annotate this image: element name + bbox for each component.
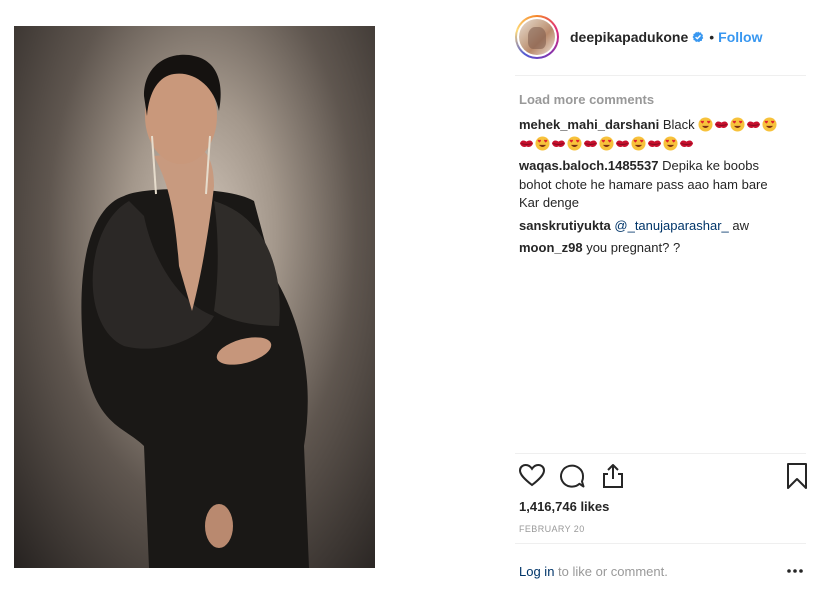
username-link[interactable]: deepikapadukone — [570, 29, 688, 45]
separator-dot: • — [709, 29, 715, 45]
comment-author[interactable]: sanskrutiyukta — [519, 218, 611, 233]
comment-author[interactable]: mehek_mahi_darshani — [519, 117, 659, 132]
heart-icon[interactable] — [518, 462, 546, 490]
header-divider — [515, 75, 806, 76]
kiss-lips-emoji-icon — [551, 140, 566, 147]
actions-divider — [515, 453, 806, 454]
comment-author[interactable]: moon_z98 — [519, 240, 583, 255]
comment-icon[interactable] — [558, 462, 586, 490]
comment-item: moon_z98 you pregnant? ? — [519, 239, 789, 258]
avatar-border — [517, 17, 557, 57]
heart-eyes-emoji-icon — [631, 135, 646, 151]
avatar-image — [519, 19, 555, 55]
kiss-lips-emoji-icon — [715, 121, 729, 128]
load-more-comments-button[interactable]: Load more comments — [519, 92, 789, 107]
heart-eyes-emoji-icon — [730, 117, 745, 132]
avatar[interactable] — [515, 15, 559, 59]
comment-text: aw — [728, 217, 750, 233]
verified-badge-icon — [692, 31, 704, 43]
comment-item: mehek_mahi_darshani Black — [519, 116, 789, 153]
follow-button[interactable]: Follow — [718, 29, 762, 45]
comment-item: sanskrutiyukta @_tanujaparashar_ aw — [519, 217, 789, 236]
comment-author[interactable]: waqas.baloch.1485537 — [519, 158, 658, 173]
heart-eyes-emoji-icon — [567, 135, 582, 151]
heart-eyes-emoji-icon — [663, 135, 678, 151]
heart-eyes-emoji-icon — [535, 135, 550, 151]
kiss-lips-emoji-icon — [583, 140, 598, 147]
photo-figure — [81, 54, 309, 568]
login-prompt-text: to like or comment. — [554, 564, 668, 579]
kiss-lips-emoji-icon — [679, 140, 694, 147]
comment-text: you pregnant? ? — [586, 240, 681, 255]
action-bar — [518, 462, 808, 492]
comment-mention-link[interactable]: @_tanujaparashar_ — [614, 218, 728, 233]
heart-eyes-emoji-icon — [762, 117, 777, 132]
bookmark-icon[interactable] — [783, 462, 811, 490]
share-icon[interactable] — [599, 462, 627, 490]
footer-divider — [515, 543, 806, 544]
more-options-icon[interactable] — [786, 566, 804, 576]
kiss-lips-emoji-icon — [519, 140, 534, 147]
post-photo[interactable] — [14, 26, 375, 568]
comment-item: waqas.baloch.1485537 Depika ke boobs boh… — [519, 157, 789, 213]
kiss-lips-emoji-icon — [647, 140, 662, 147]
likes-count[interactable]: 1,416,746 likes — [519, 499, 609, 514]
post-date[interactable]: FEBRUARY 20 — [519, 524, 585, 534]
post-header: deepikapadukone • Follow — [515, 14, 806, 60]
comments-list: Load more comments mehek_mahi_darshani B… — [519, 92, 789, 262]
heart-eyes-emoji-icon — [599, 135, 614, 151]
comment-text: Black — [662, 117, 695, 132]
kiss-lips-emoji-icon — [615, 140, 630, 147]
login-prompt: Log in to like or comment. — [519, 564, 668, 579]
kiss-lips-emoji-icon — [747, 121, 761, 128]
login-link[interactable]: Log in — [519, 564, 554, 579]
heart-eyes-emoji-icon — [698, 117, 713, 132]
